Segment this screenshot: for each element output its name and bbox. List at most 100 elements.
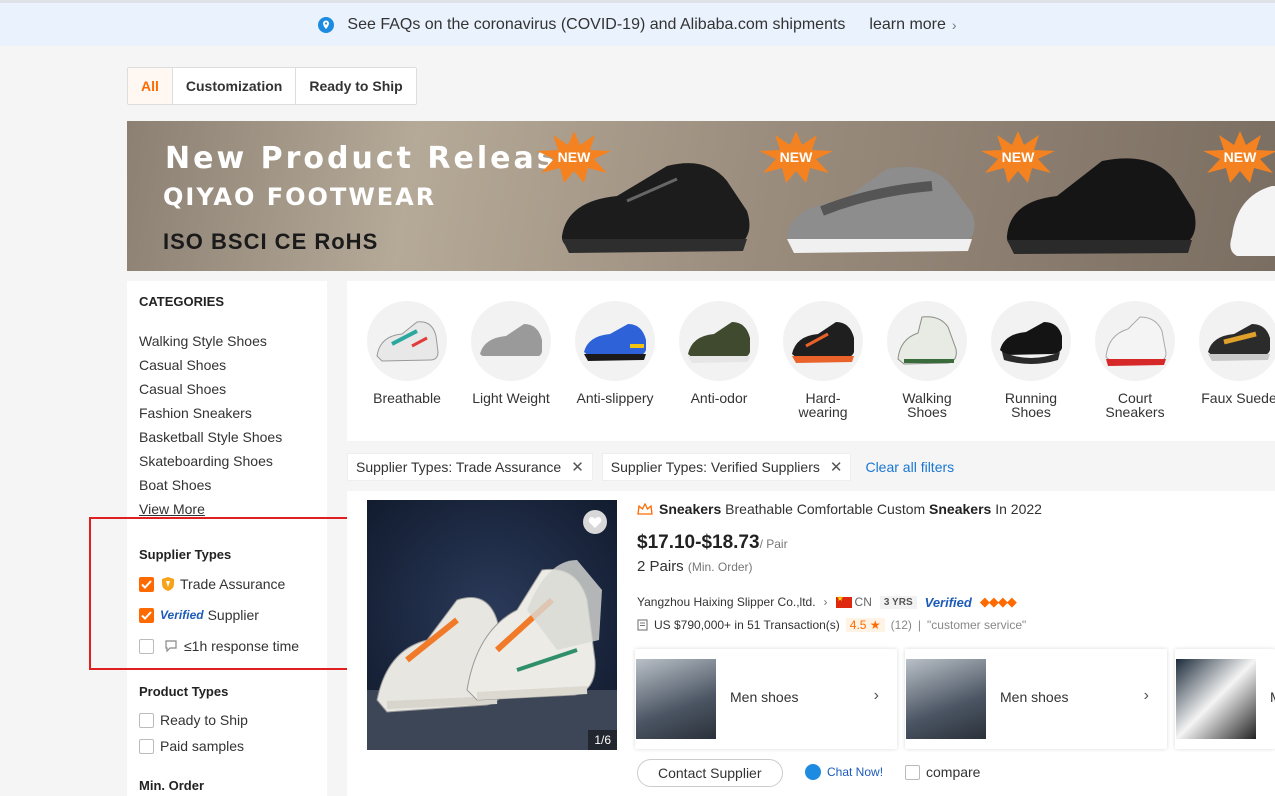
- related-product-card[interactable]: Men shoes ›: [905, 649, 1167, 749]
- review-tag: "customer service": [927, 618, 1027, 632]
- chevron-right-icon: ›: [873, 687, 879, 704]
- category-running-shoes[interactable]: Running Shoes: [979, 301, 1083, 419]
- chat-now-button[interactable]: Chat Now!: [805, 764, 883, 780]
- category-thumbnail: [1199, 301, 1275, 381]
- filter-chip-verified-suppliers: Supplier Types: Verified Suppliers ✕: [601, 453, 852, 481]
- paid-samples-checkbox[interactable]: [139, 738, 154, 754]
- china-flag-icon: [835, 594, 852, 608]
- related-product-image: [1176, 659, 1256, 739]
- location-pin-icon: [318, 16, 335, 33]
- filter-chip-trade-assurance: Supplier Types: Trade Assurance ✕: [347, 453, 593, 481]
- tab-all[interactable]: All: [128, 68, 173, 104]
- transaction-text: US $790,000+ in 51 Transaction(s): [654, 618, 840, 632]
- sneaker-photo: [367, 560, 617, 750]
- shoe-image: [1208, 324, 1270, 361]
- shoe-image: [1000, 322, 1062, 364]
- category-link[interactable]: Basketball Style Shoes: [139, 425, 315, 449]
- supplier-name-link[interactable]: Yangzhou Haixing Slipper Co.,ltd.: [637, 595, 816, 609]
- chevron-right-icon: ›: [951, 16, 957, 33]
- price-unit: / Pair: [759, 537, 788, 551]
- category-list: Walking Style Shoes Casual Shoes Casual …: [139, 329, 315, 521]
- supplier-info: Yangzhou Haixing Slipper Co.,ltd. › CN 3…: [637, 594, 1017, 610]
- tab-customization[interactable]: Customization: [173, 68, 297, 104]
- product-image[interactable]: 1/6: [367, 500, 617, 750]
- banner-headline: New Product Release: [165, 141, 581, 176]
- product-title-link[interactable]: Sneakers Breathable Comfortable Custom S…: [637, 501, 1042, 517]
- category-walking-shoes[interactable]: Walking Shoes: [875, 301, 979, 419]
- rating-badge[interactable]: 4.5 ★: [845, 618, 885, 632]
- banner-certifications: ISO BSCI CE RoHS: [163, 229, 379, 254]
- favorite-heart-icon[interactable]: [583, 510, 607, 534]
- category-thumbnail: [679, 301, 759, 381]
- category-anti-odor[interactable]: Anti-odor: [667, 301, 771, 405]
- category-label: Court Sneakers: [1105, 390, 1165, 420]
- categories-title: CATEGORIES: [139, 294, 224, 309]
- ready-to-ship-filter[interactable]: Ready to Ship: [139, 712, 315, 728]
- category-label: Walking Shoes: [902, 390, 952, 420]
- banner-shoe-black-image: [561, 163, 750, 253]
- chat-now-label: Chat Now!: [827, 765, 884, 779]
- learn-more-link[interactable]: learn more ›: [869, 16, 956, 34]
- category-label: Running Shoes: [1004, 390, 1058, 420]
- related-product-image: [636, 659, 716, 739]
- close-icon[interactable]: ✕: [571, 458, 584, 476]
- shoe-image: [688, 322, 750, 363]
- clear-all-filters-link[interactable]: Clear all filters: [865, 459, 954, 475]
- banner-shoe-boot-image: [1006, 158, 1196, 254]
- category-thumbnail: [575, 301, 655, 381]
- rating-value: 4.5: [849, 618, 867, 632]
- shoe-image: [792, 322, 854, 363]
- contact-supplier-button[interactable]: Contact Supplier: [637, 759, 783, 787]
- promo-banner[interactable]: New Product Release QIYAO FOOTWEAR ISO B…: [127, 121, 1275, 271]
- crown-icon: [637, 502, 653, 515]
- moq-value: 2 Pairs: [637, 558, 684, 575]
- applied-filters: Supplier Types: Trade Assurance ✕ Suppli…: [347, 453, 954, 481]
- country-code: CN: [854, 595, 872, 609]
- category-label: Breathable: [373, 390, 441, 406]
- product-title: Sneakers Breathable Comfortable Custom S…: [659, 501, 1042, 517]
- diamond-rating-icon: ◆◆◆◆: [979, 594, 1017, 609]
- product-card: 1/6 Sneakers Breathable Comfortable Cust…: [347, 491, 1275, 796]
- category-link[interactable]: Casual Shoes: [139, 353, 315, 377]
- category-light-weight[interactable]: Light Weight: [459, 301, 563, 405]
- highlight-box: [89, 517, 356, 670]
- category-thumbnail: [991, 301, 1071, 381]
- title-text: In 2022: [991, 501, 1042, 517]
- category-link[interactable]: Skateboarding Shoes: [139, 449, 315, 473]
- compare-checkbox[interactable]: [905, 764, 920, 780]
- star-icon: ★: [869, 618, 881, 632]
- category-label: Light Weight: [472, 390, 550, 406]
- title-keyword: Sneakers: [659, 501, 722, 517]
- category-link[interactable]: Walking Style Shoes: [139, 329, 315, 353]
- filter-chip-label: Supplier Types: Trade Assurance: [356, 459, 562, 475]
- filter-chip-label: Supplier Types: Verified Suppliers: [610, 459, 820, 475]
- category-breathable[interactable]: Breathable: [355, 301, 459, 405]
- heart-icon: [588, 516, 602, 528]
- category-label: Hard- wearing: [798, 390, 848, 420]
- chevron-right-icon: ›: [823, 595, 828, 609]
- price-range: $17.10-$18.73: [637, 532, 760, 553]
- category-label: Faux Suede: [1201, 390, 1275, 406]
- category-link[interactable]: Fashion Sneakers: [139, 401, 315, 425]
- tab-ready-to-ship[interactable]: Ready to Ship: [296, 68, 415, 104]
- compare-label: compare: [926, 764, 981, 780]
- related-product-card[interactable]: Men shoes ›: [635, 649, 897, 749]
- related-product-card[interactable]: M: [1175, 649, 1275, 749]
- banner-shoe-grey-image: [786, 167, 975, 253]
- banner-shoe-white-image: [1230, 186, 1275, 256]
- category-thumbnail: [471, 301, 551, 381]
- compare-toggle[interactable]: compare: [905, 764, 980, 780]
- product-types-title: Product Types: [139, 684, 229, 699]
- ready-to-ship-checkbox[interactable]: [139, 712, 154, 728]
- learn-more-label: learn more: [869, 15, 946, 33]
- category-link[interactable]: Boat Shoes: [139, 473, 315, 497]
- shoe-image: [897, 316, 957, 365]
- category-court-sneakers[interactable]: Court Sneakers: [1083, 301, 1187, 419]
- close-icon[interactable]: ✕: [830, 458, 843, 476]
- category-link[interactable]: Casual Shoes: [139, 377, 315, 401]
- paid-samples-filter[interactable]: Paid samples: [139, 738, 315, 754]
- category-anti-slippery[interactable]: Anti-slippery: [563, 301, 667, 405]
- category-faux-suede[interactable]: Faux Suede: [1187, 301, 1275, 405]
- category-hard-wearing[interactable]: Hard- wearing: [771, 301, 875, 419]
- verified-badge[interactable]: Verified: [925, 595, 972, 610]
